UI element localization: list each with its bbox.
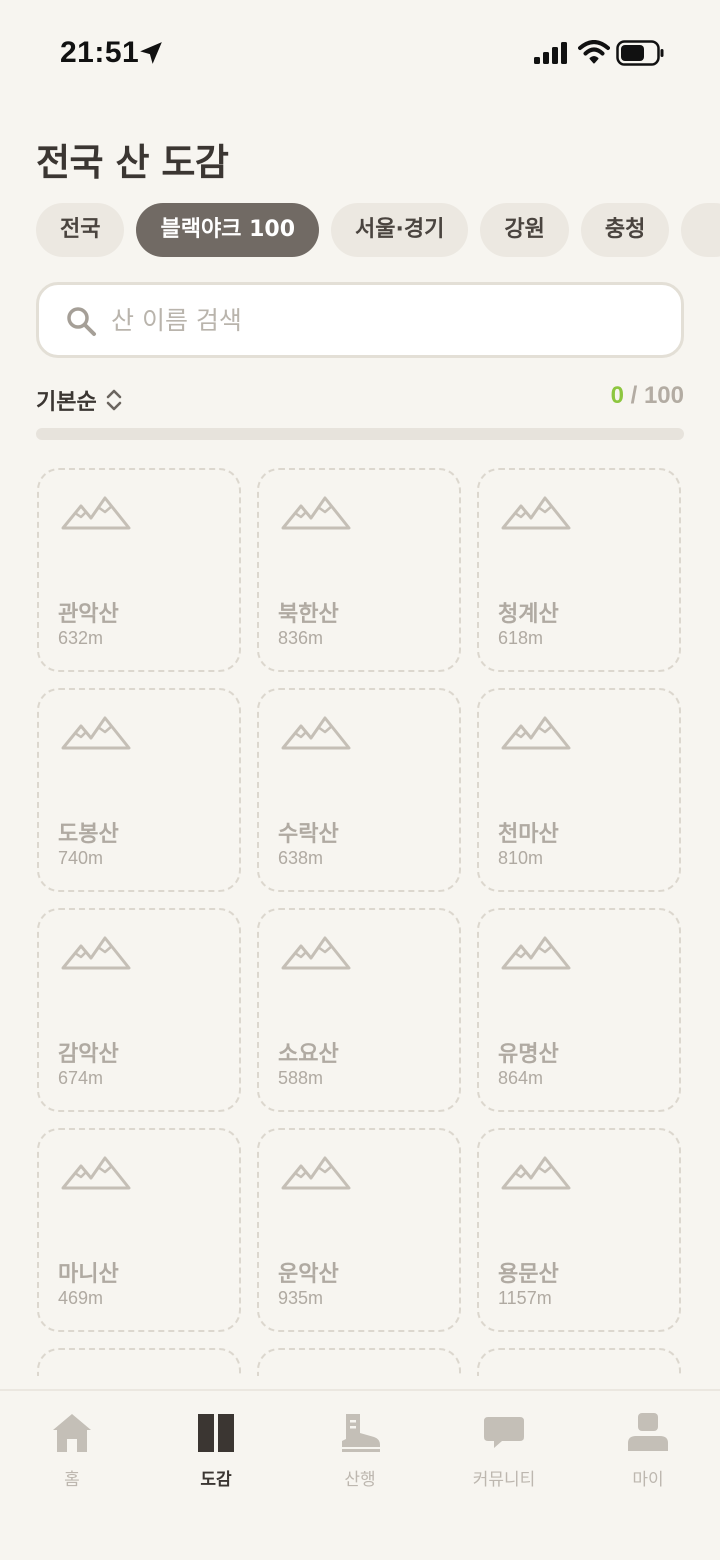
mountain-card[interactable]: 마니산 469m	[37, 1128, 241, 1332]
mountain-icon	[501, 1374, 571, 1376]
mountain-icon	[61, 496, 131, 530]
status-time: 21:51	[60, 36, 140, 69]
mountain-name: 유명산	[498, 1042, 559, 1067]
mountain-name: 수락산	[278, 822, 339, 847]
home-icon	[53, 1414, 91, 1452]
chip-blackyak-100[interactable]: 블랙야크 100	[136, 203, 320, 257]
tab-community-label: 커뮤니티	[472, 1470, 536, 1490]
mountain-altitude: 810m	[498, 848, 544, 868]
search-icon	[67, 307, 96, 336]
mountain-name: 용문산	[498, 1262, 559, 1287]
mountain-altitude: 618m	[498, 628, 544, 648]
mountain-card[interactable]	[37, 1348, 241, 1376]
mountain-altitude: 740m	[58, 848, 104, 868]
mountain-icon	[501, 1156, 571, 1190]
chip-all[interactable]: 전국	[36, 203, 125, 257]
tab-hiking-label: 산행	[344, 1470, 376, 1490]
location-arrow-icon	[140, 42, 162, 64]
mountain-icon	[61, 936, 131, 970]
mountain-icon	[281, 716, 351, 750]
page-title: 전국 산 도감	[36, 141, 229, 184]
mountain-card[interactable]	[257, 1348, 461, 1376]
mountain-name: 천마산	[498, 822, 559, 847]
collected-count: 0	[610, 382, 624, 409]
mountain-name: 마니산	[58, 1262, 119, 1287]
chip-chungcheong[interactable]: 충청	[580, 203, 670, 257]
mountain-name: 감악산	[58, 1042, 119, 1067]
tab-community[interactable]: 커뮤니티	[432, 1391, 576, 1501]
mountain-altitude: 469m	[58, 1288, 104, 1308]
mountain-name: 소요산	[278, 1042, 339, 1067]
region-filter-chips: 전국 블랙야크 100 서울·경기 강원 충청	[36, 203, 720, 259]
search-input[interactable]	[111, 285, 661, 355]
collection-progress-bar	[36, 428, 684, 440]
total-count: 100	[643, 382, 684, 409]
mountain-name: 관악산	[58, 602, 119, 627]
battery-icon	[616, 40, 664, 66]
mountain-name: 청계산	[498, 602, 559, 627]
chip-gangwon[interactable]: 강원	[480, 203, 569, 257]
mountain-altitude: 836m	[278, 628, 324, 648]
mountain-altitude: 638m	[278, 848, 324, 868]
mountain-altitude: 632m	[58, 628, 104, 648]
mountain-card[interactable]: 북한산 836m	[257, 468, 461, 672]
mountain-card[interactable]	[477, 1348, 681, 1376]
collection-progress-text: 0 / 100	[611, 382, 684, 410]
tab-my-label: 마이	[632, 1470, 664, 1490]
progress-separator: /	[623, 382, 644, 409]
tab-hiking[interactable]: 산행	[288, 1391, 432, 1501]
mountain-grid: 관악산 632m 북한산 836m 청계산 618m 도봉산 740m 수락산 638m 천마산 81…	[37, 468, 685, 1376]
mountain-grid-scroll[interactable]: 관악산 632m 북한산 836m 청계산 618m 도봉산 740m 수락산 638m 천마산 81…	[0, 468, 720, 1376]
status-bar: 21:51	[0, 0, 720, 108]
tab-collection[interactable]: 도감	[144, 1391, 288, 1501]
mountain-icon	[501, 936, 571, 970]
cellular-signal-icon	[534, 42, 567, 64]
mountain-icon	[61, 1156, 131, 1190]
chip-seoul-gyeonggi[interactable]: 서울·경기	[331, 203, 469, 257]
book-icon	[198, 1414, 234, 1452]
mountain-card[interactable]: 용문산 1157m	[477, 1128, 681, 1332]
mountain-card[interactable]: 수락산 638m	[257, 688, 461, 892]
person-icon	[628, 1413, 668, 1451]
mountain-card[interactable]: 천마산 810m	[477, 688, 681, 892]
tab-home-label: 홈	[64, 1470, 80, 1490]
sort-dropdown[interactable]: 기본순	[36, 384, 123, 416]
chat-icon	[484, 1417, 524, 1448]
mountain-altitude: 1157m	[498, 1288, 552, 1308]
mountain-altitude: 935m	[278, 1288, 324, 1308]
sort-label: 기본순	[36, 390, 97, 415]
sort-chevrons-icon	[106, 389, 122, 411]
mountain-icon	[281, 496, 351, 530]
bottom-tab-bar: 홈 도감 산행 커뮤니티 마이	[0, 1389, 720, 1560]
mountain-icon	[501, 716, 571, 750]
search-box[interactable]	[36, 282, 684, 358]
mountain-name: 운악산	[278, 1262, 339, 1287]
mountain-icon	[281, 1156, 351, 1190]
tab-home[interactable]: 홈	[0, 1391, 144, 1501]
mountain-name: 도봉산	[58, 822, 119, 847]
boot-icon	[342, 1414, 380, 1452]
mountain-card[interactable]: 유명산 864m	[477, 908, 681, 1112]
mountain-card[interactable]: 도봉산 740m	[37, 688, 241, 892]
mountain-card[interactable]: 소요산 588m	[257, 908, 461, 1112]
mountain-altitude: 674m	[58, 1068, 104, 1088]
chip-next[interactable]	[681, 203, 720, 257]
tab-collection-label: 도감	[200, 1470, 232, 1490]
mountain-icon	[281, 936, 351, 970]
tab-my[interactable]: 마이	[576, 1391, 720, 1501]
mountain-name: 북한산	[278, 602, 339, 627]
mountain-icon	[61, 1374, 131, 1376]
mountain-altitude: 588m	[278, 1068, 324, 1088]
mountain-icon	[501, 496, 571, 530]
mountain-card[interactable]: 관악산 632m	[37, 468, 241, 672]
mountain-icon	[281, 1374, 351, 1376]
mountain-card[interactable]: 청계산 618m	[477, 468, 681, 672]
wifi-icon	[578, 40, 610, 64]
mountain-card[interactable]: 운악산 935m	[257, 1128, 461, 1332]
mountain-altitude: 864m	[498, 1068, 544, 1088]
mountain-card[interactable]: 감악산 674m	[37, 908, 241, 1112]
mountain-icon	[61, 716, 131, 750]
